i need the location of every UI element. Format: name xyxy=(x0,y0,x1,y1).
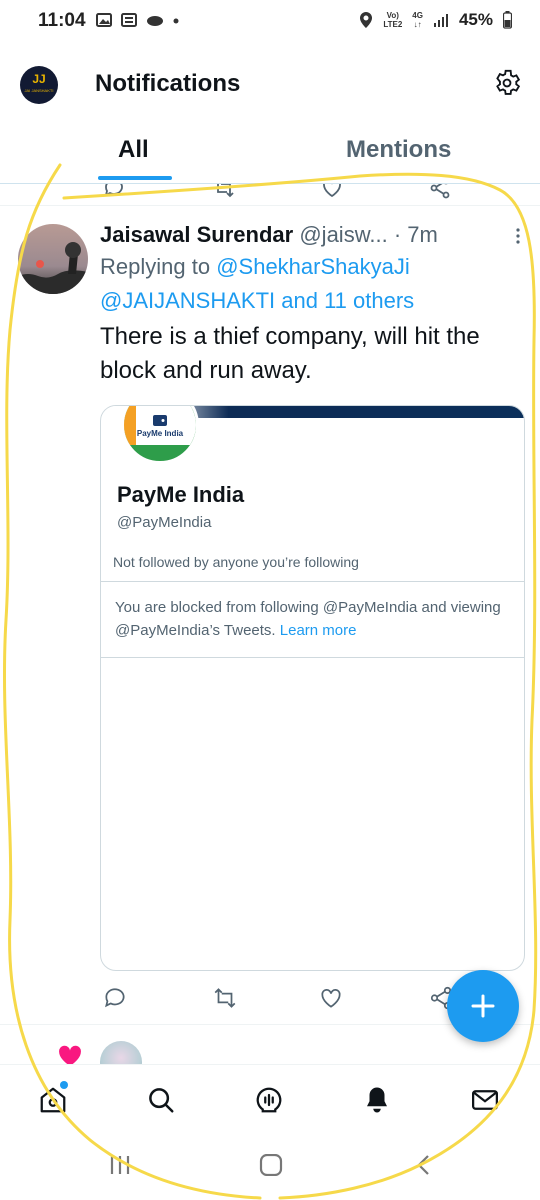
location-icon xyxy=(360,12,373,28)
reply-icon[interactable] xyxy=(102,184,126,200)
card-logo-text: PayMe India xyxy=(136,428,184,438)
replying-to-line: Replying to @ShekharShakyaJi xyxy=(100,250,525,284)
card-logo-inner: PayMe India xyxy=(124,406,196,445)
status-time: 11:04 xyxy=(38,10,86,31)
spaces-icon xyxy=(256,1087,282,1113)
page-title: Notifications xyxy=(95,70,241,97)
home-circle-icon[interactable] xyxy=(259,1154,283,1176)
network-type-indicator: 4G ↓↑ xyxy=(412,11,423,29)
gallery-icon xyxy=(96,13,112,27)
nav-messages[interactable] xyxy=(470,1085,500,1115)
app-header: JJ JAI JANSHAKTI Notifications xyxy=(0,50,540,120)
learn-more-link[interactable]: Learn more xyxy=(280,622,357,639)
wallet-icon xyxy=(153,414,167,426)
nav-home[interactable] xyxy=(38,1085,68,1115)
notifications-icon xyxy=(367,1087,387,1113)
signal-icon xyxy=(433,14,448,27)
tweet-text: There is a thief company, will hit the b… xyxy=(100,323,480,384)
mention-link[interactable]: @ShekharShakyaJi xyxy=(216,254,410,279)
nav-search[interactable] xyxy=(146,1085,176,1115)
news-icon xyxy=(121,13,137,27)
card-blocked-notice: You are blocked from following @PayMeInd… xyxy=(115,596,515,642)
nav-notifications[interactable] xyxy=(362,1085,392,1115)
network-type-text: 4G xyxy=(412,11,423,20)
sunset-avatar-image xyxy=(18,224,88,294)
messages-icon xyxy=(472,1090,498,1110)
share-icon[interactable] xyxy=(428,184,452,200)
card-followed-by: Not followed by anyone you’re following xyxy=(113,554,359,570)
status-notification-icons xyxy=(96,12,179,28)
notification-tabs: All Mentions xyxy=(0,128,540,184)
embedded-profile-card[interactable]: PayMe India PayMe India @PayMeIndia Not … xyxy=(100,405,525,971)
tab-all[interactable]: All xyxy=(118,136,149,164)
gear-icon xyxy=(496,69,521,95)
compose-tweet-button[interactable] xyxy=(447,970,519,1042)
heart-filled-icon xyxy=(59,1045,81,1064)
status-system-icons: Vo) LTE2 4G ↓↑ 45% xyxy=(359,10,512,30)
cloud-icon xyxy=(147,16,163,26)
avatar-logo-subtext: JAI JANSHAKTI xyxy=(24,88,54,93)
tab-selected-indicator xyxy=(98,176,172,180)
tweet-separator: · xyxy=(393,222,402,247)
avatar-logo-text: JJ xyxy=(32,72,46,86)
retweet-icon[interactable] xyxy=(212,985,238,1011)
tweet-author-avatar[interactable] xyxy=(18,224,88,294)
retweet-icon[interactable] xyxy=(212,184,236,200)
card-account-handle: @PayMeIndia xyxy=(117,514,212,531)
tweet-header: Jaisawal Surendar @jaisw... · 7m xyxy=(100,220,525,250)
system-navigation-bar xyxy=(0,1136,540,1200)
plus-icon xyxy=(471,994,495,1018)
home-icon xyxy=(40,1087,66,1113)
status-bar: 11:04 Vo) LTE2 4G ↓↑ 45% xyxy=(0,0,540,44)
card-logo-band xyxy=(124,406,136,445)
tweet-actions xyxy=(100,985,460,1013)
tweet-content[interactable]: Jaisawal Surendar @jaisw... · 7m Replyin… xyxy=(100,220,525,388)
previous-tweet-actions xyxy=(0,184,540,206)
recents-icon[interactable] xyxy=(108,1154,132,1176)
card-divider xyxy=(101,581,524,582)
bottom-navigation xyxy=(0,1064,540,1136)
like-icon[interactable] xyxy=(318,985,344,1011)
tweet-author-handle[interactable]: @jaisw... xyxy=(299,222,387,247)
settings-button[interactable] xyxy=(492,68,522,98)
volte-top-text: Vo) xyxy=(386,11,399,20)
tab-mentions[interactable]: Mentions xyxy=(346,136,451,164)
replying-to-line-2: @JAIJANSHAKTI and 11 others xyxy=(100,284,525,318)
card-divider-bottom xyxy=(101,657,524,658)
mention-link-others[interactable]: @JAIJANSHAKTI and 11 others xyxy=(100,288,414,313)
back-icon[interactable] xyxy=(414,1154,434,1176)
next-notification-avatar[interactable] xyxy=(100,1041,142,1064)
battery-level: 45% xyxy=(458,10,493,29)
nav-spaces[interactable] xyxy=(254,1085,284,1115)
more-options-icon[interactable] xyxy=(515,226,521,246)
tweet-author-name[interactable]: Jaisawal Surendar xyxy=(100,222,293,247)
search-icon xyxy=(149,1088,174,1113)
card-account-name[interactable]: PayMe India xyxy=(117,482,244,508)
dot-icon xyxy=(173,18,179,24)
volte-indicator: Vo) LTE2 xyxy=(383,11,402,29)
home-new-indicator xyxy=(60,1081,68,1089)
card-profile-logo[interactable]: PayMe India xyxy=(121,406,199,464)
like-icon[interactable] xyxy=(320,184,344,200)
reply-icon[interactable] xyxy=(102,985,128,1011)
tweet-timestamp: 7m xyxy=(407,222,438,247)
profile-avatar[interactable]: JJ JAI JANSHAKTI xyxy=(20,66,58,104)
volte-bottom-text: LTE2 xyxy=(383,20,403,29)
battery-icon xyxy=(503,11,512,29)
replying-to-label: Replying to xyxy=(100,254,211,279)
data-arrows-icon: ↓↑ xyxy=(413,20,422,29)
